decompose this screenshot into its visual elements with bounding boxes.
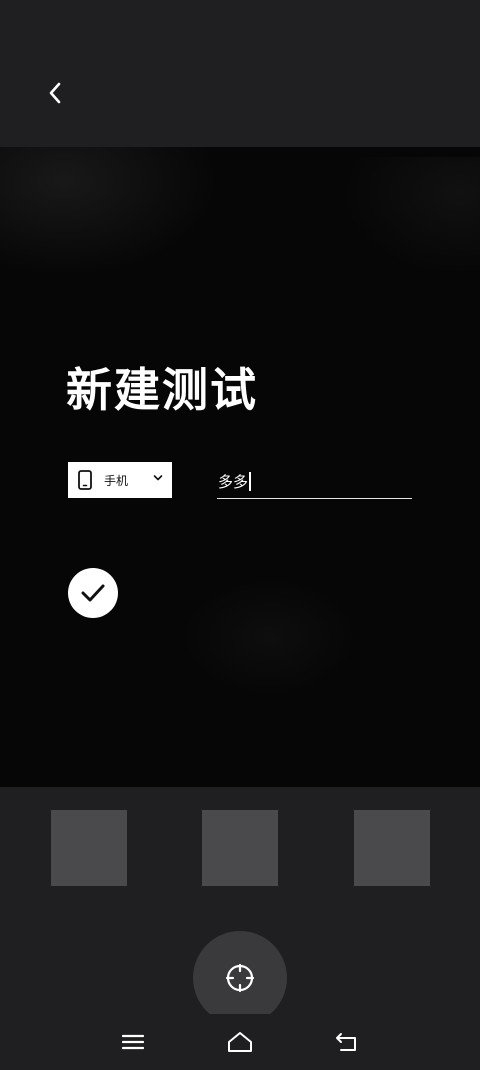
device-type-select[interactable]: 手机 (68, 462, 172, 498)
back-icon (336, 1033, 356, 1051)
home-icon (228, 1032, 252, 1052)
camera-preview: 新建测试 手机 多多 (0, 147, 480, 787)
capture-button[interactable] (193, 931, 287, 1025)
back-button[interactable] (38, 76, 72, 110)
crosshair-icon (225, 963, 255, 993)
phone-icon (78, 470, 92, 490)
test-name-value: 多多 (218, 473, 249, 491)
chevron-left-icon (49, 82, 61, 104)
chevron-down-icon (153, 475, 163, 481)
preview-shading (340, 157, 480, 277)
thumbnail-slot[interactable] (202, 810, 278, 886)
home-button[interactable] (225, 1028, 255, 1056)
system-back-button[interactable] (332, 1028, 362, 1056)
preview-shading (0, 147, 220, 277)
recent-apps-button[interactable] (118, 1028, 148, 1056)
menu-icon (122, 1034, 144, 1050)
device-type-label: 手机 (104, 473, 129, 488)
thumbnail-slot[interactable] (354, 810, 430, 886)
top-bar (0, 0, 480, 147)
text-caret (249, 472, 252, 491)
page-title: 新建测试 (66, 363, 258, 417)
system-nav-bar (0, 1014, 480, 1070)
preview-shading (180, 577, 360, 697)
thumbnail-slot[interactable] (51, 810, 127, 886)
confirm-button[interactable] (68, 568, 118, 618)
checkmark-icon (81, 584, 105, 602)
test-name-input[interactable]: 多多 (217, 465, 412, 499)
